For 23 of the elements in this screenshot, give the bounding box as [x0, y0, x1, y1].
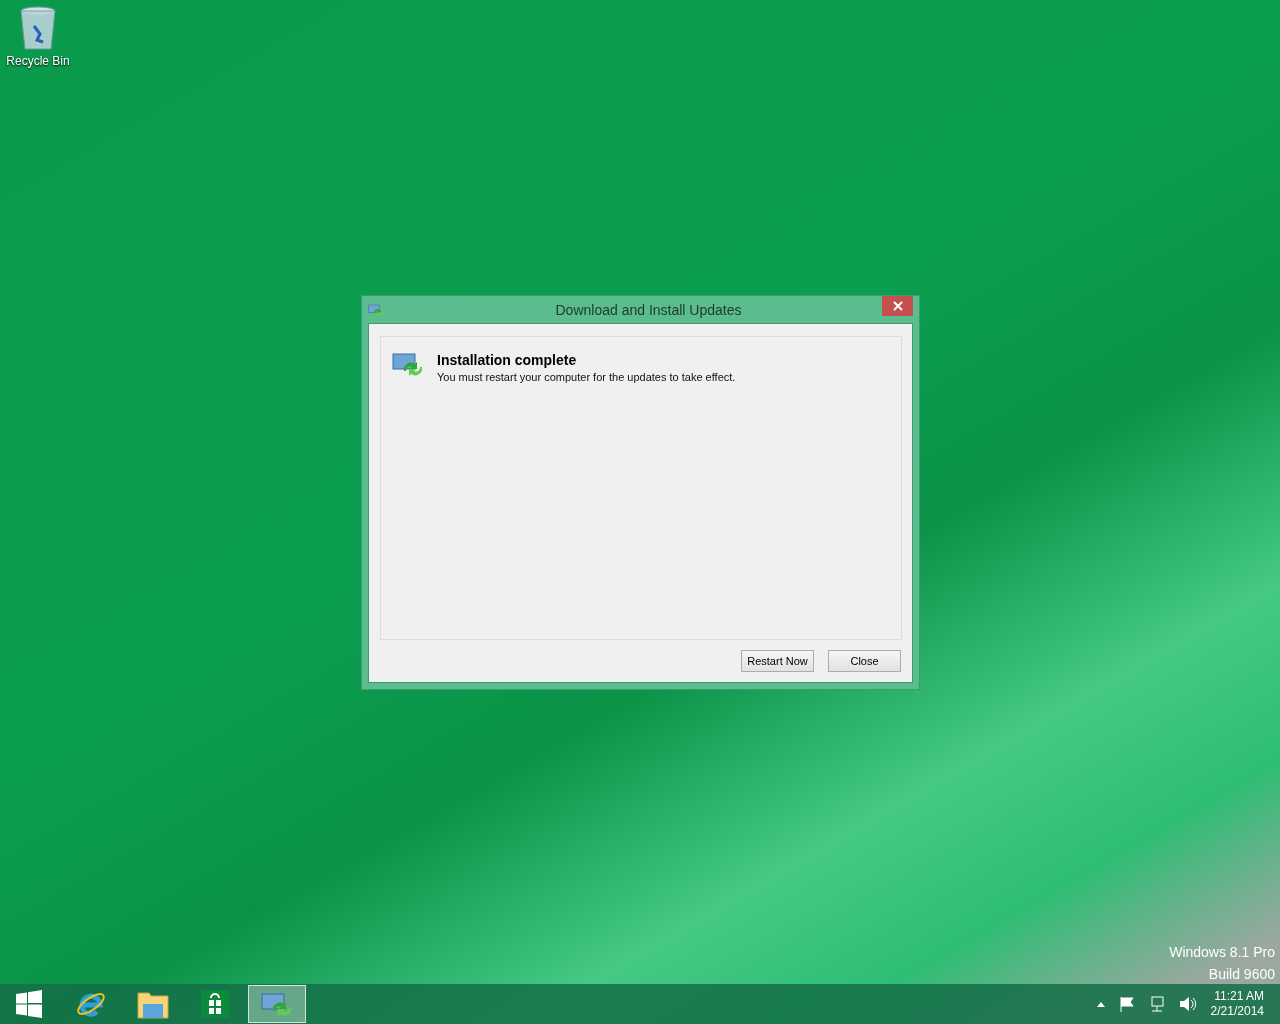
- network-icon[interactable]: [1148, 996, 1165, 1012]
- shopping-bag-icon: [201, 990, 229, 1018]
- folder-icon: [137, 989, 169, 1019]
- update-icon: [260, 991, 294, 1017]
- windows-logo-icon: [15, 990, 43, 1018]
- update-icon: [368, 302, 384, 317]
- status-heading: Installation complete: [437, 352, 578, 368]
- close-icon: [892, 301, 903, 311]
- taskbar-button[interactable]: [248, 985, 306, 1023]
- close-button[interactable]: [882, 296, 913, 316]
- dialog-button[interactable]: Restart Now: [741, 650, 814, 672]
- dialog-button[interactable]: Close: [828, 650, 901, 672]
- trash-bin-icon[interactable]: [19, 6, 57, 52]
- icon-label[interactable]: Recycle Bin: [6, 54, 70, 68]
- speaker-icon[interactable]: [1178, 996, 1197, 1012]
- version-text: Windows 8.1 Pro: [1169, 944, 1275, 960]
- status-message: You must restart your computer for the updates to take effect.: [437, 371, 736, 383]
- up-arrow-icon[interactable]: [1096, 1001, 1105, 1007]
- flag-icon[interactable]: [1118, 996, 1135, 1012]
- update-icon: [391, 351, 425, 377]
- version-text: Build 9600: [1208, 966, 1275, 982]
- window-title: Download and Install Updates: [554, 301, 743, 318]
- clock[interactable]: 11:21 AM 2/21/2014: [1210, 989, 1264, 1019]
